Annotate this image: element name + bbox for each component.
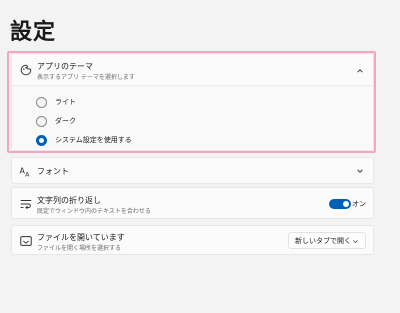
font-row[interactable]: AA フォント [11, 157, 374, 184]
theme-title: アプリのテーマ [37, 62, 93, 71]
theme-options: ライト ダーク システム設定を使用する [12, 85, 373, 150]
open-file-subtitle: ファイルを開く場所を選択する [37, 245, 122, 252]
radio-light-label: ライト [55, 98, 76, 106]
radio-dark-label: ダーク [55, 117, 76, 125]
theme-option-light[interactable]: ライト [36, 97, 156, 111]
theme-card: アプリのテーマ 表示するアプリ テーマを選択します ライト ダーク システム設定… [11, 53, 374, 151]
radio-system[interactable] [36, 135, 47, 146]
theme-header[interactable]: アプリのテーマ 表示するアプリ テーマを選択します [12, 54, 373, 85]
radio-dark[interactable] [36, 116, 47, 127]
chevron-down-icon[interactable] [356, 167, 364, 175]
wrap-icon [19, 197, 33, 211]
open-file-dropdown[interactable]: 新しいタブで開く [288, 232, 366, 249]
paint-icon [19, 63, 33, 77]
chevron-down-icon [352, 238, 359, 245]
font-icon: AA [19, 164, 33, 178]
theme-option-dark[interactable]: ダーク [36, 116, 156, 130]
toggle-knob [343, 201, 349, 207]
radio-system-label: システム設定を使用する [55, 136, 132, 144]
wrap-toggle-state: オン [352, 200, 366, 208]
theme-subtitle: 表示するアプリ テーマを選択します [37, 74, 135, 81]
chevron-up-icon[interactable] [356, 67, 364, 75]
wrap-title: 文字列の折り返し [37, 196, 101, 205]
open-file-icon [19, 234, 33, 248]
theme-option-system[interactable]: システム設定を使用する [36, 135, 176, 149]
font-title: フォント [37, 167, 69, 176]
wrap-row: 文字列の折り返し 既定でウィンドウ内のテキストを合わせる オン [11, 187, 374, 219]
radio-light[interactable] [36, 97, 47, 108]
open-file-title: ファイルを開いています [37, 233, 125, 242]
svg-text:A: A [25, 171, 30, 178]
open-file-row: ファイルを開いています ファイルを開く場所を選択する 新しいタブで開く [11, 225, 374, 255]
wrap-toggle[interactable] [329, 199, 351, 209]
wrap-subtitle: 既定でウィンドウ内のテキストを合わせる [37, 208, 151, 215]
page-title: 設定 [10, 20, 57, 45]
open-file-dropdown-value: 新しいタブで開く [295, 237, 351, 245]
